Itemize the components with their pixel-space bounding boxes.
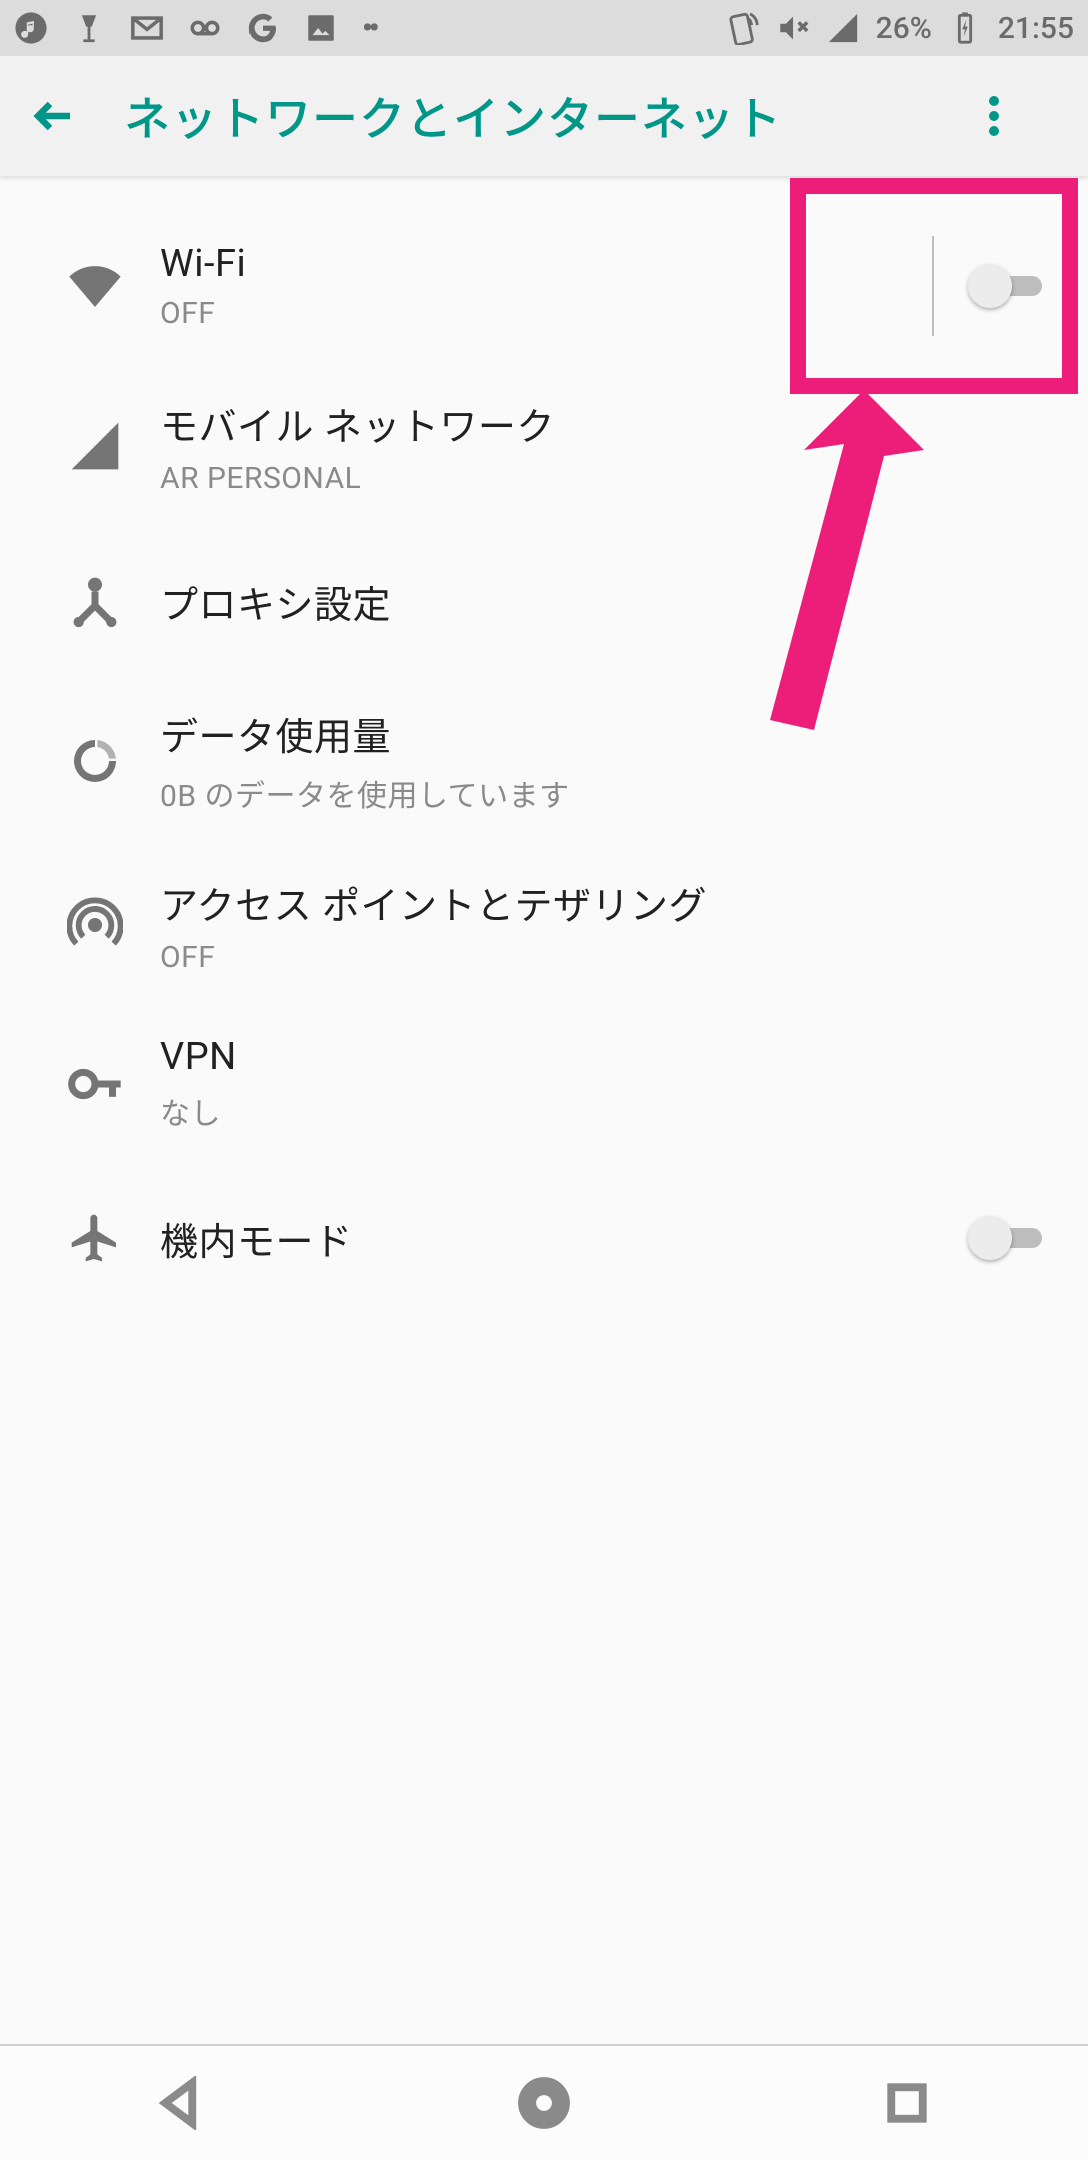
status-bar: •• 26% 21:55	[0, 0, 1088, 56]
nav-recent-button[interactable]	[872, 2068, 942, 2138]
divider	[932, 236, 934, 336]
row-airplane[interactable]: 機内モード	[0, 1163, 1088, 1313]
nav-home-button[interactable]	[509, 2068, 579, 2138]
music-note-icon	[14, 11, 48, 45]
nfc-icon	[726, 11, 760, 45]
data-sub: 0B のデータを使用しています	[160, 771, 1042, 815]
row-vpn[interactable]: VPN なし	[0, 1005, 1088, 1163]
wifi-title: Wi-Fi	[160, 242, 916, 286]
wifi-toggle[interactable]	[968, 262, 1048, 310]
row-wifi[interactable]: Wi-Fi OFF	[0, 206, 1088, 366]
mobile-title: モバイル ネットワーク	[160, 396, 1042, 451]
lamp-icon	[72, 11, 106, 45]
proxy-icon	[30, 573, 160, 629]
vpn-key-icon	[30, 1056, 160, 1112]
image-icon	[304, 11, 338, 45]
hotspot-sub: OFF	[160, 940, 1042, 975]
vpn-sub: なし	[160, 1089, 1042, 1133]
cell-signal-icon	[30, 418, 160, 474]
hotspot-icon	[30, 897, 160, 953]
wifi-icon	[30, 258, 160, 314]
navigation-bar	[0, 2044, 1088, 2160]
back-button[interactable]	[24, 86, 84, 146]
row-hotspot[interactable]: アクセス ポイントとテザリング OFF	[0, 845, 1088, 1005]
nav-back-button[interactable]	[146, 2068, 216, 2138]
row-proxy[interactable]: プロキシ設定	[0, 526, 1088, 676]
settings-list: Wi-Fi OFF モバイル ネットワーク AR PERSONAL プロキシ設定	[0, 176, 1088, 1313]
battery-charging-icon	[948, 11, 982, 45]
page-title: ネットワークとインターネット	[124, 83, 944, 149]
status-right: 26% 21:55	[726, 11, 1074, 46]
data-title: データ使用量	[160, 706, 1042, 761]
airplane-title: 機内モード	[160, 1211, 952, 1266]
data-usage-icon	[30, 733, 160, 789]
gmail-icon	[130, 11, 164, 45]
overflow-menu-button[interactable]	[964, 86, 1024, 146]
row-mobile-network[interactable]: モバイル ネットワーク AR PERSONAL	[0, 366, 1088, 526]
google-g-icon	[246, 11, 280, 45]
hotspot-title: アクセス ポイントとテザリング	[160, 875, 1042, 930]
battery-percent: 26%	[876, 11, 932, 46]
status-left: ••	[14, 11, 376, 46]
airplane-toggle[interactable]	[968, 1214, 1048, 1262]
mobile-sub: AR PERSONAL	[160, 461, 1042, 496]
more-notifications-icon: ••	[362, 11, 376, 46]
status-clock: 21:55	[998, 11, 1074, 46]
airplane-icon	[30, 1210, 160, 1266]
row-data-usage[interactable]: データ使用量 0B のデータを使用しています	[0, 676, 1088, 845]
cell-signal-icon	[826, 11, 860, 45]
app-bar: ネットワークとインターネット	[0, 56, 1088, 176]
wifi-sub: OFF	[160, 296, 916, 331]
proxy-title: プロキシ設定	[160, 574, 1042, 629]
voicemail-icon	[188, 11, 222, 45]
vpn-title: VPN	[160, 1035, 1042, 1079]
volume-mute-icon	[776, 11, 810, 45]
